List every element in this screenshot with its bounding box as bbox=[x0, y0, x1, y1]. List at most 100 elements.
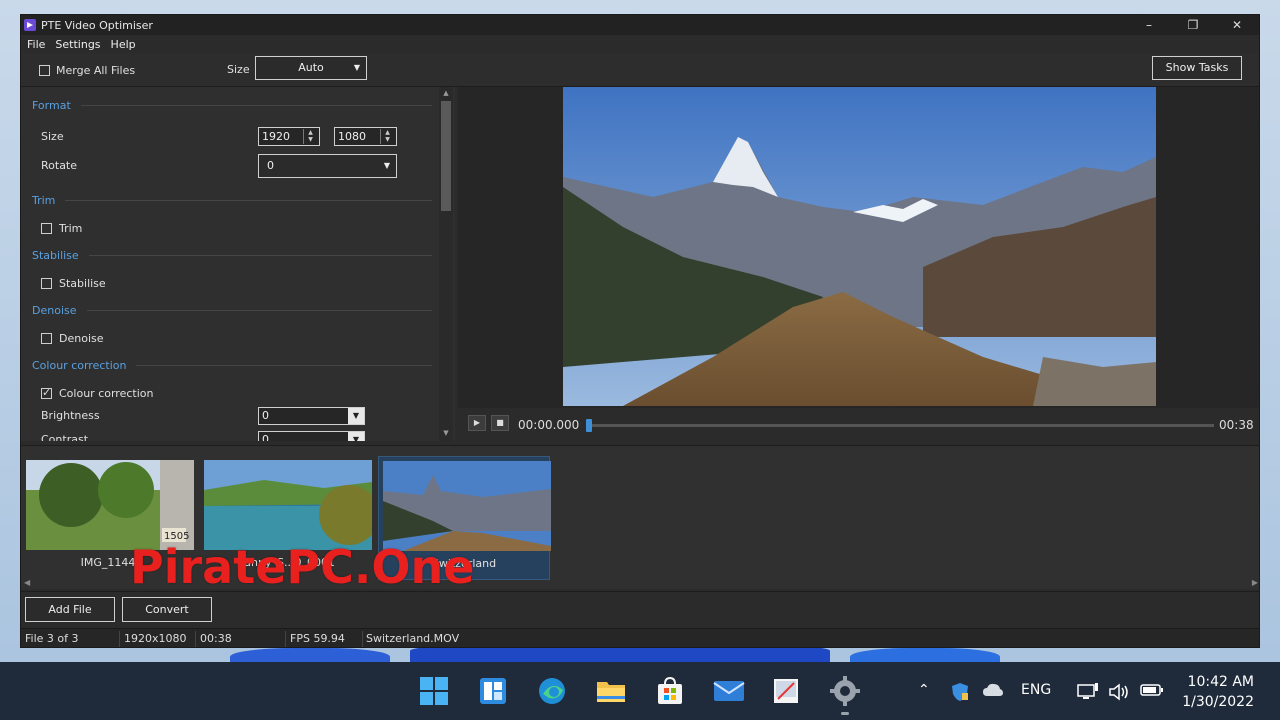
file-explorer-icon[interactable] bbox=[595, 675, 627, 707]
checkbox-icon[interactable] bbox=[39, 65, 50, 76]
store-icon[interactable] bbox=[654, 675, 686, 707]
status-filename: Switzerland.MOV bbox=[366, 632, 460, 645]
section-stabilise-title: Stabilise bbox=[32, 249, 79, 262]
onedrive-cloud-icon[interactable] bbox=[982, 682, 1004, 702]
windows-start-icon[interactable] bbox=[418, 675, 450, 707]
rotate-select[interactable]: 0 ▼ bbox=[258, 154, 397, 178]
status-fps: FPS 59.94 bbox=[290, 632, 345, 645]
size-select-value: Auto bbox=[298, 61, 324, 74]
spin-up-icon[interactable]: ▲ bbox=[381, 129, 394, 136]
chevron-down-icon: ▼ bbox=[383, 161, 390, 170]
height-value: 1080 bbox=[338, 130, 366, 143]
section-denoise: Denoise bbox=[32, 304, 432, 317]
checkbox-icon[interactable] bbox=[41, 223, 52, 234]
file-thumbnail: 1505 bbox=[26, 460, 194, 550]
format-size-label: Size bbox=[41, 130, 64, 143]
taskbar-clock[interactable]: 10:42 AM 1/30/2022 bbox=[1174, 672, 1254, 712]
restore-icon[interactable]: ❐ bbox=[1171, 15, 1215, 35]
width-stepper[interactable]: 1920 ▲ ▼ bbox=[258, 127, 320, 146]
status-file-index: File 3 of 3 bbox=[25, 632, 79, 645]
clock-time: 10:42 AM bbox=[1187, 674, 1254, 690]
rotate-label: Rotate bbox=[41, 159, 77, 172]
status-duration: 00:38 bbox=[200, 632, 232, 645]
checkbox-icon[interactable] bbox=[41, 278, 52, 289]
close-icon[interactable]: ✕ bbox=[1215, 15, 1259, 35]
size-row-label: Size bbox=[41, 130, 64, 143]
paint-app-icon[interactable] bbox=[770, 675, 802, 707]
merge-all-files-checkbox[interactable]: Merge All Files bbox=[39, 64, 135, 77]
size-select[interactable]: Auto ▼ bbox=[255, 56, 367, 80]
checkbox-checked-icon[interactable] bbox=[41, 386, 52, 399]
section-format-title: Format bbox=[32, 99, 71, 112]
matterhorn-preview-image bbox=[563, 87, 1156, 406]
seek-handle[interactable] bbox=[586, 419, 592, 432]
brightness-row-label: Brightness bbox=[41, 409, 100, 422]
widgets-icon[interactable] bbox=[477, 675, 509, 707]
scrollbar-thumb[interactable] bbox=[441, 101, 451, 211]
language-indicator[interactable]: ENG bbox=[1021, 682, 1051, 698]
menu-bar: File Settings Help bbox=[21, 35, 1259, 53]
chevron-down-icon[interactable]: ▼ bbox=[348, 408, 364, 424]
stabilise-checkbox[interactable]: Stabilise bbox=[41, 277, 106, 290]
window-title: PTE Video Optimiser bbox=[41, 18, 153, 32]
seek-bar[interactable] bbox=[586, 419, 1214, 432]
settings-gear-icon[interactable] bbox=[829, 675, 861, 715]
section-denoise-title: Denoise bbox=[32, 304, 77, 317]
video-preview[interactable] bbox=[563, 87, 1156, 406]
colour-correction-checkbox[interactable]: Colour correction bbox=[41, 386, 154, 400]
mail-icon[interactable] bbox=[713, 675, 745, 707]
chevron-down-icon[interactable]: ▼ bbox=[348, 432, 364, 441]
brightness-label: Brightness bbox=[41, 409, 100, 422]
contrast-row-label: Contrast bbox=[41, 433, 89, 441]
status-resolution: 1920x1080 bbox=[124, 632, 187, 645]
chevron-up-icon[interactable]: ⌃ bbox=[918, 682, 930, 698]
security-shield-icon[interactable] bbox=[950, 682, 970, 706]
trim-checkbox[interactable]: Trim bbox=[41, 222, 82, 235]
height-stepper[interactable]: 1080 ▲ ▼ bbox=[334, 127, 397, 146]
file-thumbnail bbox=[204, 460, 372, 550]
add-file-button[interactable]: Add File bbox=[25, 597, 115, 622]
minimize-icon[interactable]: – bbox=[1127, 15, 1171, 35]
stabilise-label: Stabilise bbox=[59, 277, 106, 290]
menu-help[interactable]: Help bbox=[111, 38, 136, 51]
section-colour-title: Colour correction bbox=[32, 359, 127, 372]
preview-area: ▶ ■ 00:00.000 00:38 bbox=[458, 87, 1259, 441]
watermark: PiratePC.One bbox=[130, 540, 475, 594]
volume-icon[interactable] bbox=[1108, 682, 1130, 706]
play-icon[interactable]: ▶ bbox=[468, 415, 486, 431]
network-icon[interactable] bbox=[1076, 682, 1100, 706]
edge-icon[interactable] bbox=[536, 675, 568, 707]
merge-label: Merge All Files bbox=[56, 64, 136, 77]
denoise-checkbox[interactable]: Denoise bbox=[41, 332, 104, 345]
spin-up-icon[interactable]: ▲ bbox=[304, 129, 317, 136]
settings-scrollbar[interactable]: ▲ ▼ bbox=[439, 87, 453, 441]
brightness-value: 0 bbox=[262, 409, 269, 422]
menu-file[interactable]: File bbox=[27, 38, 45, 51]
menu-settings[interactable]: Settings bbox=[55, 38, 100, 51]
convert-button[interactable]: Convert bbox=[122, 597, 212, 622]
scroll-left-icon[interactable]: ◀ bbox=[24, 578, 30, 587]
scroll-down-icon[interactable]: ▼ bbox=[439, 429, 453, 437]
spin-down-icon[interactable]: ▼ bbox=[381, 136, 394, 143]
contrast-label: Contrast bbox=[41, 433, 88, 441]
scroll-right-icon[interactable]: ▶ bbox=[1252, 578, 1258, 587]
show-tasks-button[interactable]: Show Tasks bbox=[1152, 56, 1242, 80]
contrast-input[interactable]: 0 ▼ bbox=[258, 431, 365, 441]
title-bar: PTE Video Optimiser – ❐ ✕ bbox=[21, 15, 1259, 35]
checkbox-icon[interactable] bbox=[41, 333, 52, 344]
battery-icon[interactable] bbox=[1140, 682, 1164, 702]
section-trim: Trim bbox=[32, 194, 432, 207]
trim-label: Trim bbox=[59, 222, 83, 235]
stop-icon[interactable]: ■ bbox=[491, 415, 509, 431]
colour-correction-label: Colour correction bbox=[59, 387, 154, 400]
current-time: 00:00.000 bbox=[518, 418, 580, 432]
brightness-input[interactable]: 0 ▼ bbox=[258, 407, 365, 425]
width-value: 1920 bbox=[262, 130, 290, 143]
denoise-label: Denoise bbox=[59, 332, 104, 345]
spin-down-icon[interactable]: ▼ bbox=[304, 136, 317, 143]
taskbar: ⌃ ENG 10:42 AM 1/30/2022 bbox=[0, 662, 1280, 720]
player-controls: ▶ ■ 00:00.000 00:38 bbox=[458, 408, 1259, 441]
chevron-down-icon: ▼ bbox=[353, 63, 360, 72]
scroll-up-icon[interactable]: ▲ bbox=[439, 89, 453, 97]
section-trim-title: Trim bbox=[32, 194, 56, 207]
